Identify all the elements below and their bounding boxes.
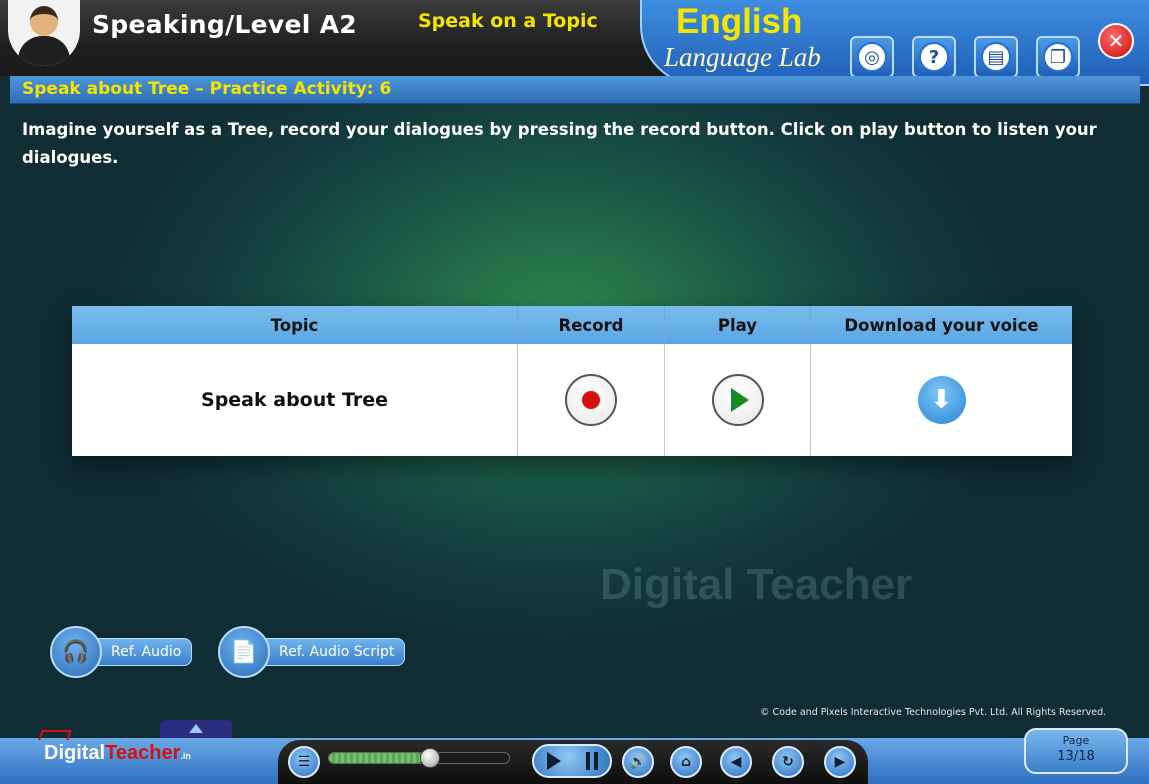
document-icon: 📄 bbox=[218, 626, 270, 678]
topic-cell: Speak about Tree bbox=[72, 344, 518, 456]
progress-track[interactable] bbox=[328, 752, 510, 764]
record-icon bbox=[582, 391, 600, 409]
page-label: Page bbox=[1062, 734, 1090, 747]
instructions: Imagine yourself as a Tree, record your … bbox=[22, 120, 1097, 167]
help-icon: ? bbox=[919, 42, 949, 72]
download-icon: ⬇ bbox=[930, 385, 953, 415]
progress-fill bbox=[329, 753, 423, 763]
progress-knob[interactable] bbox=[420, 748, 440, 768]
headphones-icon: 🎧 bbox=[50, 626, 102, 678]
record-button[interactable] bbox=[565, 374, 617, 426]
copyright: © Code and Pixels Interactive Technologi… bbox=[760, 707, 1107, 718]
download-cell: ⬇ bbox=[811, 344, 1072, 456]
record-cell bbox=[518, 344, 665, 456]
previous-button[interactable]: ◀ bbox=[720, 746, 752, 778]
ref-audio-label: Ref. Audio bbox=[92, 638, 193, 666]
logo-digital: Digital bbox=[44, 742, 106, 764]
home-icon: ⌂ bbox=[680, 754, 692, 770]
dictionary-button[interactable]: ▤ bbox=[974, 36, 1018, 78]
camera-icon: ◎ bbox=[857, 42, 887, 72]
header-record: Record bbox=[518, 306, 665, 344]
arrow-up-icon bbox=[189, 724, 203, 733]
home-button[interactable]: ⌂ bbox=[670, 746, 702, 778]
avatar bbox=[8, 0, 80, 66]
table-header: Topic Record Play Download your voice bbox=[72, 306, 1072, 344]
dictionary-icon: ▤ bbox=[981, 42, 1011, 72]
ref-audio-script-label: Ref. Audio Script bbox=[260, 638, 406, 666]
collapse-tab[interactable] bbox=[160, 720, 232, 738]
pause-icon bbox=[585, 752, 598, 770]
window-icon: ❐ bbox=[1043, 42, 1073, 72]
page-indicator: Page 13/18 bbox=[1024, 728, 1128, 774]
menu-button[interactable]: ☰ bbox=[288, 746, 320, 778]
logo-teacher: Teacher bbox=[105, 742, 181, 764]
replay-button[interactable]: ↻ bbox=[772, 746, 804, 778]
logo-suffix: .in bbox=[180, 751, 191, 761]
header-topic: Topic bbox=[72, 306, 518, 344]
topic-title: Speak on a Topic bbox=[418, 10, 598, 32]
next-icon: ▶ bbox=[834, 754, 846, 770]
close-icon: ✕ bbox=[1107, 29, 1125, 53]
play-button[interactable] bbox=[711, 374, 764, 426]
camera-button[interactable]: ◎ bbox=[850, 36, 894, 78]
page-number: 13/18 bbox=[1057, 749, 1095, 764]
play-icon bbox=[731, 388, 749, 412]
play-cell bbox=[665, 344, 811, 456]
avatar-body bbox=[18, 36, 70, 66]
close-button[interactable]: ✕ bbox=[1098, 23, 1134, 59]
replay-icon: ↻ bbox=[782, 754, 794, 770]
header-download: Download your voice bbox=[844, 315, 1039, 335]
volume-icon: 🔊 bbox=[629, 754, 647, 770]
previous-icon: ◀ bbox=[730, 754, 742, 770]
avatar-head bbox=[30, 6, 58, 36]
level-title: Speaking/Level A2 bbox=[92, 10, 357, 39]
ref-audio-script-button[interactable]: 📄 Ref. Audio Script bbox=[218, 626, 406, 678]
next-button[interactable]: ▶ bbox=[824, 746, 856, 778]
menu-icon: ☰ bbox=[297, 754, 311, 770]
watermark: Digital Teacher bbox=[600, 560, 913, 609]
digital-teacher-logo: DigitalTeacher.in bbox=[38, 730, 191, 765]
brand-english: English bbox=[676, 2, 803, 41]
help-button[interactable]: ? bbox=[912, 36, 956, 78]
volume-button[interactable]: 🔊 bbox=[622, 746, 654, 778]
table-row: Speak about Tree ⬇ bbox=[72, 344, 1072, 456]
play-pause-control[interactable] bbox=[532, 744, 612, 778]
play-icon bbox=[546, 752, 561, 770]
brand-language-lab: Language Lab bbox=[664, 42, 821, 72]
download-button[interactable]: ⬇ bbox=[917, 376, 966, 424]
header-play: Play bbox=[665, 306, 811, 344]
topic-text: Speak about Tree bbox=[201, 389, 388, 411]
activity-bar: Speak about Tree – Practice Activity: 6 bbox=[10, 76, 1140, 104]
ref-audio-button[interactable]: 🎧 Ref. Audio bbox=[50, 626, 193, 678]
window-button[interactable]: ❐ bbox=[1036, 36, 1080, 78]
activity-title: Speak about Tree – Practice Activity: 6 bbox=[22, 79, 392, 99]
activity-table: Topic Record Play Download your voice Sp… bbox=[72, 306, 1072, 456]
graduation-hat-icon bbox=[38, 730, 72, 740]
